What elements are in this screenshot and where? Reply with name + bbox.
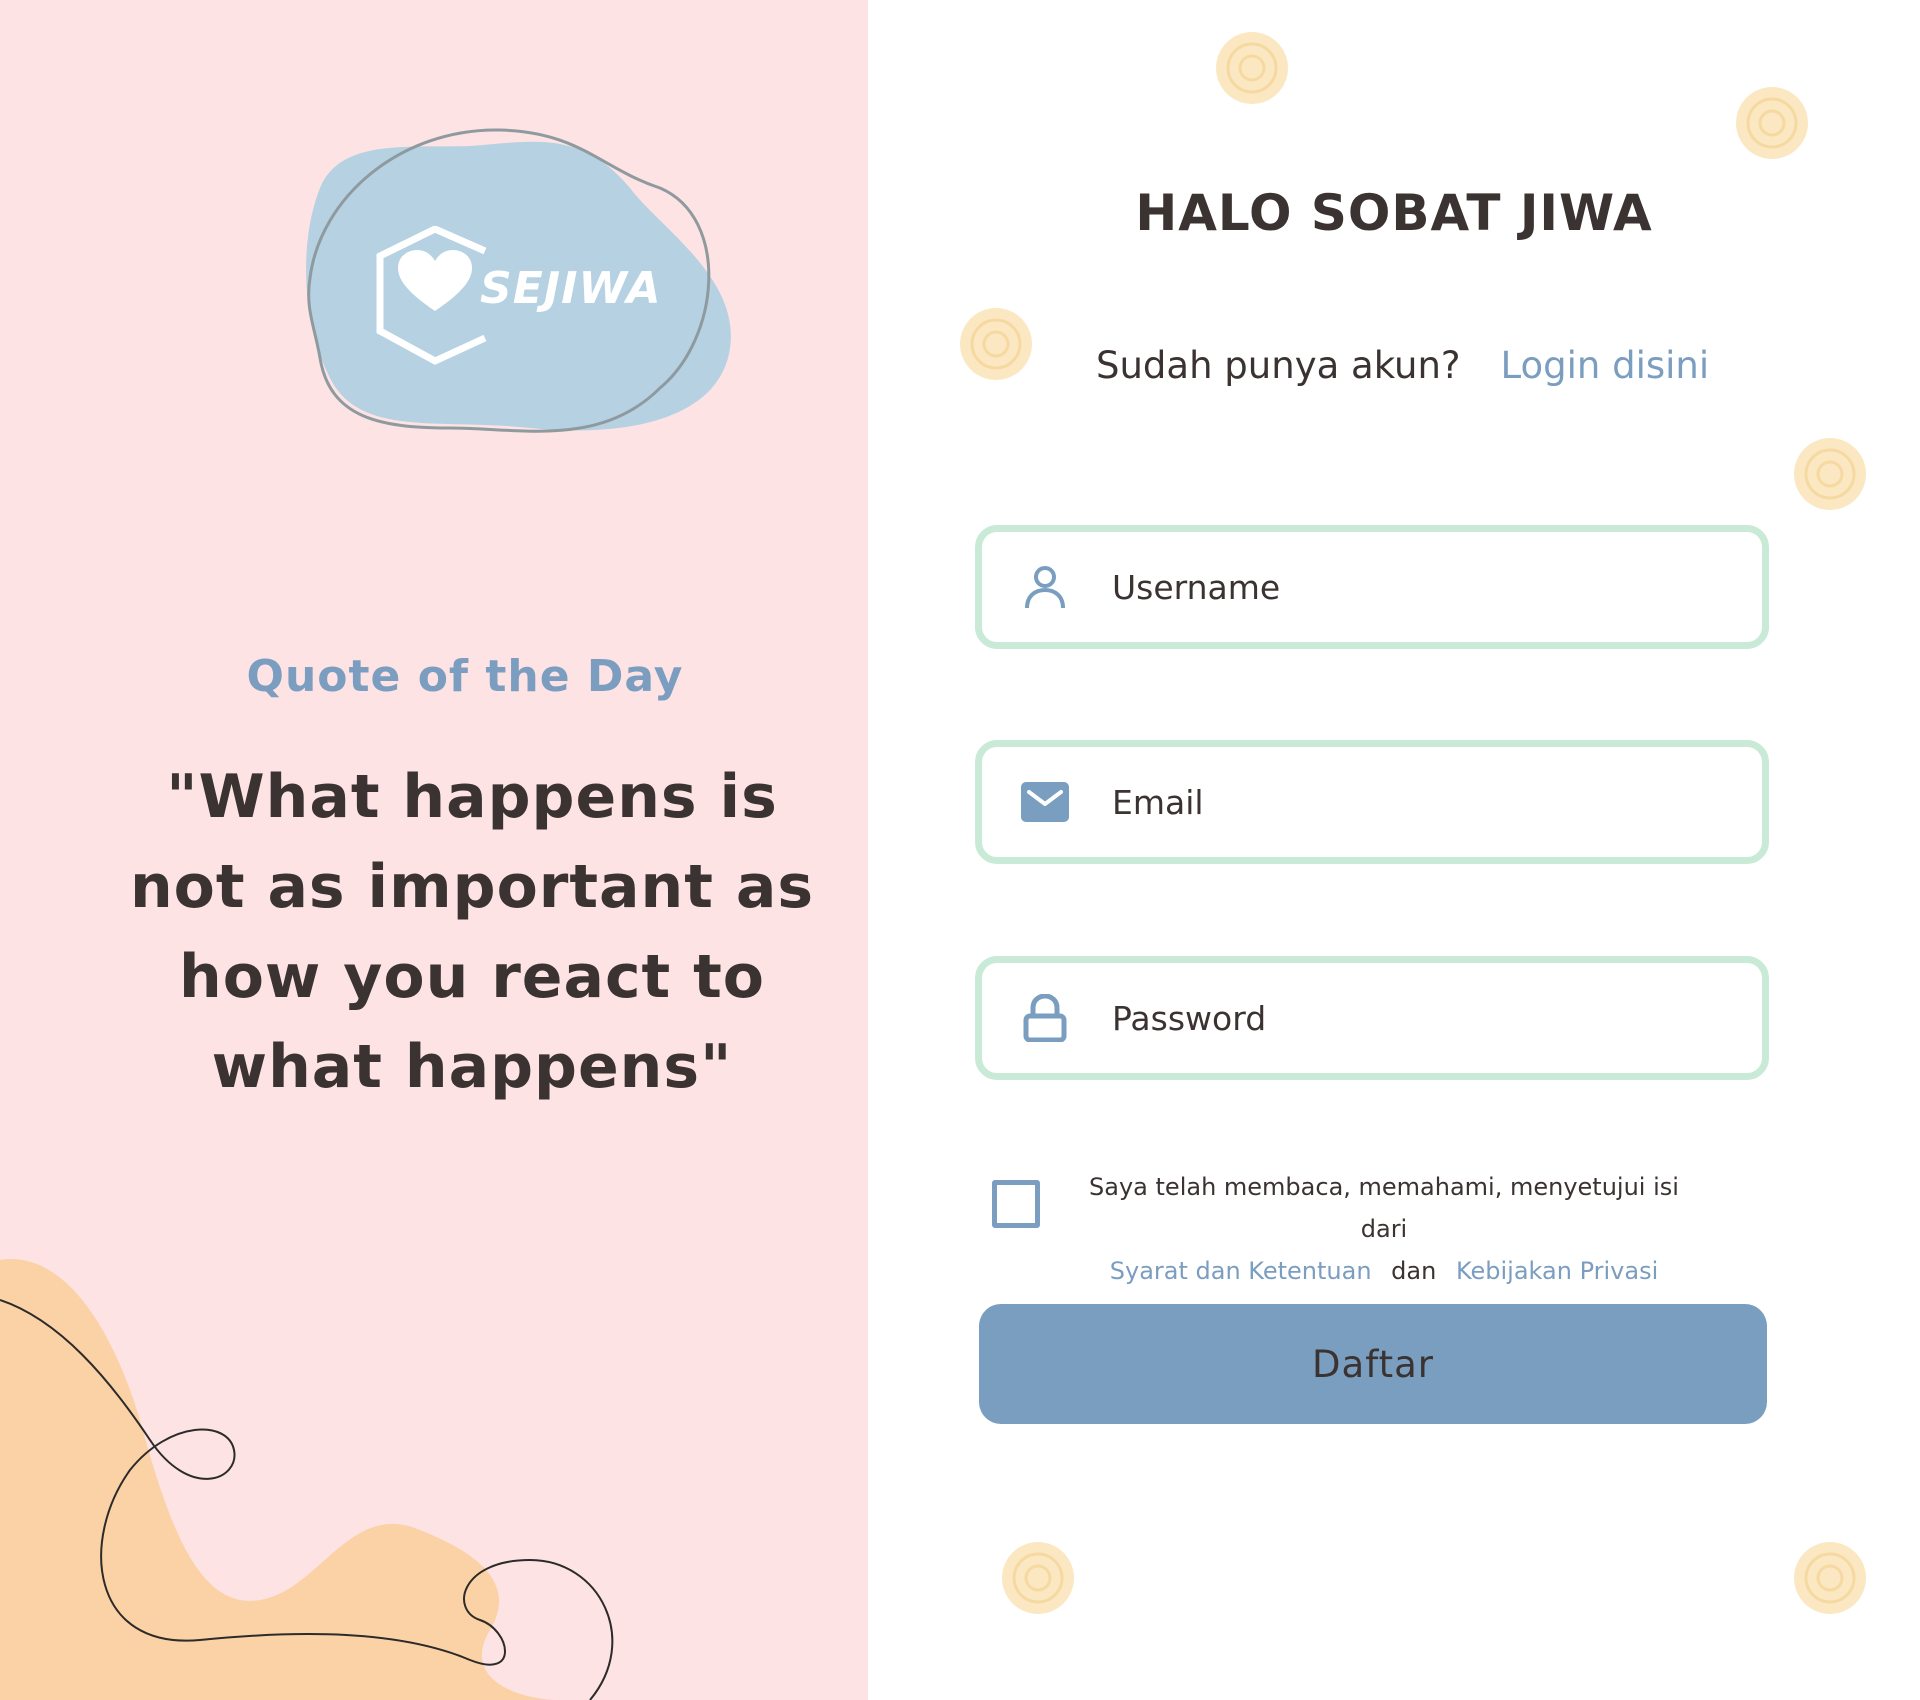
terms-prefix: Saya telah membaca, memahami, menyetujui… bbox=[1089, 1173, 1679, 1243]
yellow-scribble-dot bbox=[1002, 1542, 1074, 1614]
quote-text: "What happens is not as important as how… bbox=[129, 762, 815, 1102]
decorative-wave bbox=[0, 1259, 614, 1700]
privacy-link[interactable]: Kebijakan Privasi bbox=[1456, 1257, 1658, 1285]
terms-text: Saya telah membaca, memahami, menyetujui… bbox=[1064, 1166, 1704, 1292]
form-heading: HALO SOBAT JIWA bbox=[1135, 184, 1653, 242]
logo-text: SEJIWA bbox=[480, 263, 662, 314]
quote-title: Quote of the Day bbox=[246, 651, 684, 702]
terms-checkbox[interactable] bbox=[992, 1180, 1040, 1228]
login-prompt-text: Sudah punya akun? bbox=[1096, 344, 1461, 387]
yellow-scribble-dot bbox=[1216, 32, 1288, 104]
yellow-scribble-dot bbox=[1736, 87, 1808, 159]
login-prompt-row: Sudah punya akun? Login disini bbox=[1096, 344, 1709, 387]
mail-icon bbox=[1020, 777, 1070, 827]
password-input[interactable] bbox=[1110, 997, 1714, 1039]
logo: SEJIWA bbox=[300, 128, 740, 448]
email-input[interactable] bbox=[1110, 781, 1714, 823]
username-input[interactable] bbox=[1110, 566, 1714, 608]
register-button[interactable]: Daftar bbox=[979, 1304, 1767, 1424]
email-field[interactable] bbox=[975, 740, 1769, 864]
terms-and: dan bbox=[1391, 1257, 1437, 1285]
terms-link[interactable]: Syarat dan Ketentuan bbox=[1110, 1257, 1372, 1285]
lock-icon bbox=[1020, 993, 1070, 1043]
left-panel: SEJIWA Quote of the Day "What happens is… bbox=[0, 0, 868, 1700]
yellow-scribble-dot bbox=[960, 308, 1032, 380]
login-link[interactable]: Login disini bbox=[1501, 344, 1710, 387]
yellow-scribble-dot bbox=[1794, 1542, 1866, 1614]
password-field[interactable] bbox=[975, 956, 1769, 1080]
user-icon bbox=[1020, 562, 1070, 612]
yellow-scribble-dot bbox=[1794, 438, 1866, 510]
username-field[interactable] bbox=[975, 525, 1769, 649]
